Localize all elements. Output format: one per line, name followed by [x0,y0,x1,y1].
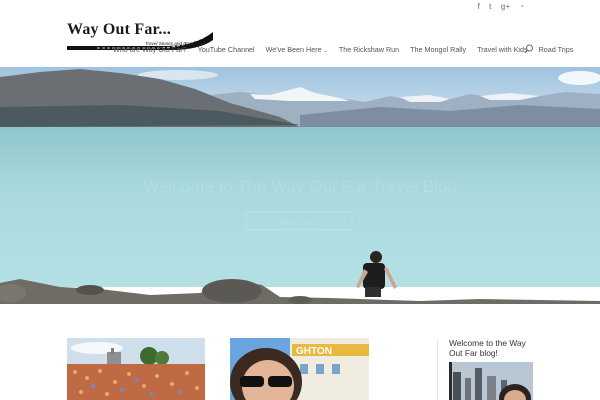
nav-weve-been-here[interactable]: We've Been Here ⌄ [266,45,328,54]
sidebar-divider [437,339,438,400]
hero-banner: Welcome to The Way Out Far Travel Blog R… [0,67,600,304]
social-links: f t g+ ◔ [477,2,524,12]
facebook-icon[interactable]: f [477,2,480,12]
top-bar: f t g+ ◔ [0,0,600,14]
nav-the-mongol-rally[interactable]: The Mongol Rally [410,45,466,54]
hero-title: Welcome to The Way Out Far Travel Blog [143,177,457,196]
search-icon[interactable] [524,44,534,54]
nav-the-rickshaw-run[interactable]: The Rickshaw Run [339,45,399,54]
sidebar-widget-title: Welcome to the Way Out Far blog! [449,338,526,358]
site-header: Way Out Far... Travel Stories and Road T… [0,14,600,68]
post-thumbnail-brighton[interactable]: GHTON [230,338,369,400]
city-view-image [449,362,533,400]
svg-text:GHTON: GHTON [296,346,332,357]
chevron-down-icon: ⌄ [323,48,328,54]
google-plus-icon[interactable]: g+ [501,2,511,12]
main-nav: Who are Way Out Far? YouTube Channel We'… [113,45,584,54]
nav-road-trips[interactable]: Road Trips [539,45,574,54]
nav-travel-with-kids[interactable]: Travel with Kids [477,45,527,54]
post-thumbnail-festival[interactable] [67,338,205,400]
festival-crowd-image [67,338,205,400]
twitter-icon[interactable]: t [489,2,492,12]
nav-who-are-way-out-far[interactable]: Who are Way Out Far? [113,45,187,54]
brighton-selfie-image: GHTON [230,338,369,400]
rss-icon[interactable]: ◔ [519,2,524,12]
nav-youtube-channel[interactable]: YouTube Channel [198,45,255,54]
hero-read-more-button[interactable]: Read More [245,211,353,231]
sidebar-welcome-image [449,362,533,400]
